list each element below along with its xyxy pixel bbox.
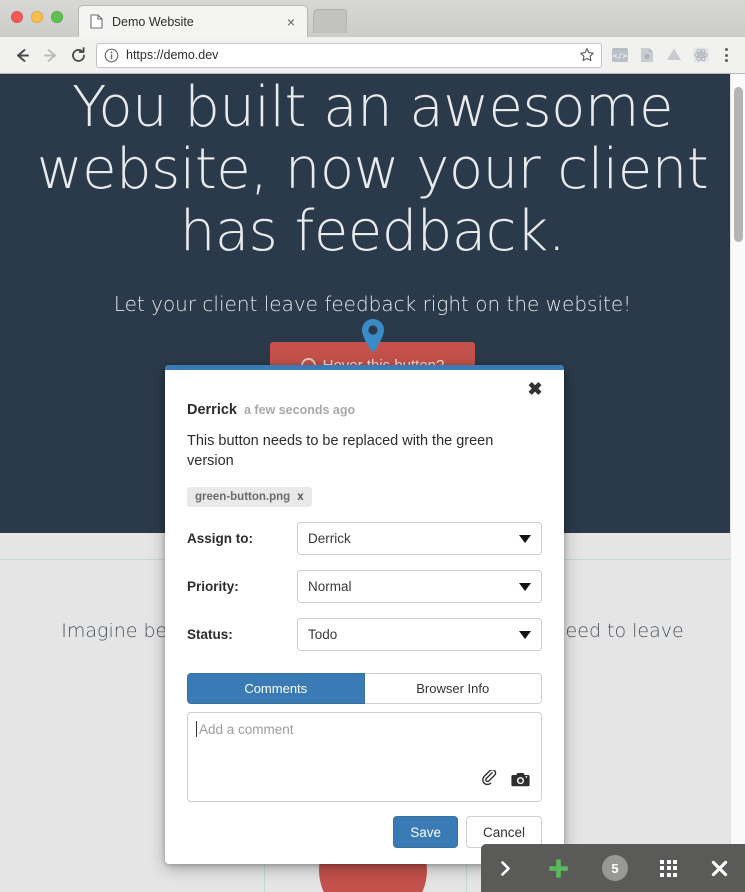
camera-icon[interactable] (511, 771, 530, 793)
app-root: Demo Website × https://demo.dev </> You … (0, 0, 745, 892)
priority-value: Normal (308, 579, 352, 595)
status-label: Status: (187, 627, 233, 643)
page-title: You built an awesome website, now your c… (36, 75, 709, 264)
map-pin-icon[interactable] (360, 318, 386, 354)
grid-view-button[interactable] (644, 844, 693, 892)
chevron-right-icon (501, 860, 511, 876)
expand-widget-button[interactable] (481, 844, 530, 892)
field-assign-to: Assign to: Derrick (187, 522, 542, 556)
text-caret (196, 721, 197, 738)
chevron-down-icon (519, 630, 531, 639)
comment-input[interactable]: Add a comment (187, 712, 542, 803)
add-feedback-button[interactable] (530, 844, 585, 892)
assign-to-value: Derrick (308, 531, 351, 547)
assign-to-select[interactable]: Derrick (297, 522, 542, 556)
info-circle-icon[interactable] (104, 48, 119, 63)
scrollbar-thumb[interactable] (734, 87, 743, 242)
close-x-icon (711, 860, 727, 876)
comment-placeholder: Add a comment (196, 721, 530, 738)
new-tab-button[interactable] (312, 9, 348, 33)
browser-tab[interactable]: Demo Website × (78, 5, 308, 37)
feedback-modal: ✖ Derrick a few seconds ago This button … (165, 365, 564, 865)
comment-body: This button needs to be replaced with th… (187, 433, 494, 469)
vertical-scrollbar[interactable] (730, 74, 745, 892)
tab-strip: Demo Website × (0, 0, 745, 37)
assign-to-label: Assign to: (187, 531, 253, 547)
address-bar[interactable]: https://demo.dev (96, 42, 602, 68)
priority-label: Priority: (187, 579, 239, 595)
status-value: Todo (308, 627, 338, 643)
chevron-down-icon (519, 534, 531, 543)
code-extension-icon[interactable]: </> (608, 43, 632, 67)
extension-icons: </> (608, 43, 713, 67)
svg-text:</>: </> (613, 51, 628, 60)
modal-body: ✖ Derrick a few seconds ago This button … (165, 370, 564, 864)
drive-extension-icon[interactable] (662, 43, 686, 67)
status-select[interactable]: Todo (297, 618, 542, 652)
field-status: Status: Todo (187, 618, 542, 652)
field-priority: Priority: Normal (187, 570, 542, 604)
feedback-widget-bar: 5 (481, 844, 745, 892)
window-controls (11, 11, 63, 23)
page-icon (90, 14, 103, 29)
save-button[interactable]: Save (393, 816, 458, 849)
author-name: Derrick (187, 402, 237, 418)
tab-comments[interactable]: Comments (187, 673, 365, 705)
modal-tabs: Comments Browser Info (187, 673, 542, 705)
feedback-count-badge[interactable]: 5 (586, 844, 644, 892)
browser-toolbar: https://demo.dev </> (0, 37, 745, 73)
attachment-filename: green-button.png (195, 491, 291, 504)
tab-title: Demo Website (112, 14, 194, 29)
chevron-down-icon (519, 582, 531, 591)
reload-icon[interactable] (64, 41, 92, 69)
attachment-chip[interactable]: green-button.png x (187, 487, 312, 508)
page-capture-extension-icon[interactable] (635, 43, 659, 67)
react-devtools-extension-icon[interactable] (689, 43, 713, 67)
comment-toolbar (480, 769, 530, 793)
author-row: Derrick a few seconds ago (187, 402, 542, 418)
kebab-menu-icon[interactable] (715, 43, 737, 67)
tab-browser-info[interactable]: Browser Info (364, 673, 542, 705)
hero-subtitle: Let your client leave feedback right on … (113, 292, 632, 316)
arrow-left-icon[interactable] (8, 41, 36, 69)
arrow-right-icon[interactable] (36, 41, 64, 69)
count-value: 5 (602, 855, 629, 881)
paperclip-icon[interactable] (480, 769, 498, 793)
priority-select[interactable]: Normal (297, 570, 542, 604)
star-icon[interactable] (579, 47, 595, 63)
browser-chrome: Demo Website × https://demo.dev </> (0, 0, 745, 74)
maximize-window-button[interactable] (51, 11, 63, 23)
url-text: https://demo.dev (126, 48, 219, 62)
close-icon[interactable]: ✖ (525, 379, 545, 399)
grid-icon (660, 859, 678, 877)
close-widget-button[interactable] (694, 844, 745, 892)
close-window-button[interactable] (11, 11, 23, 23)
remove-attachment-icon[interactable]: x (297, 491, 303, 503)
timestamp: a few seconds ago (243, 403, 356, 417)
minimize-window-button[interactable] (31, 11, 43, 23)
plus-icon (548, 858, 568, 878)
close-icon[interactable]: × (283, 14, 299, 30)
